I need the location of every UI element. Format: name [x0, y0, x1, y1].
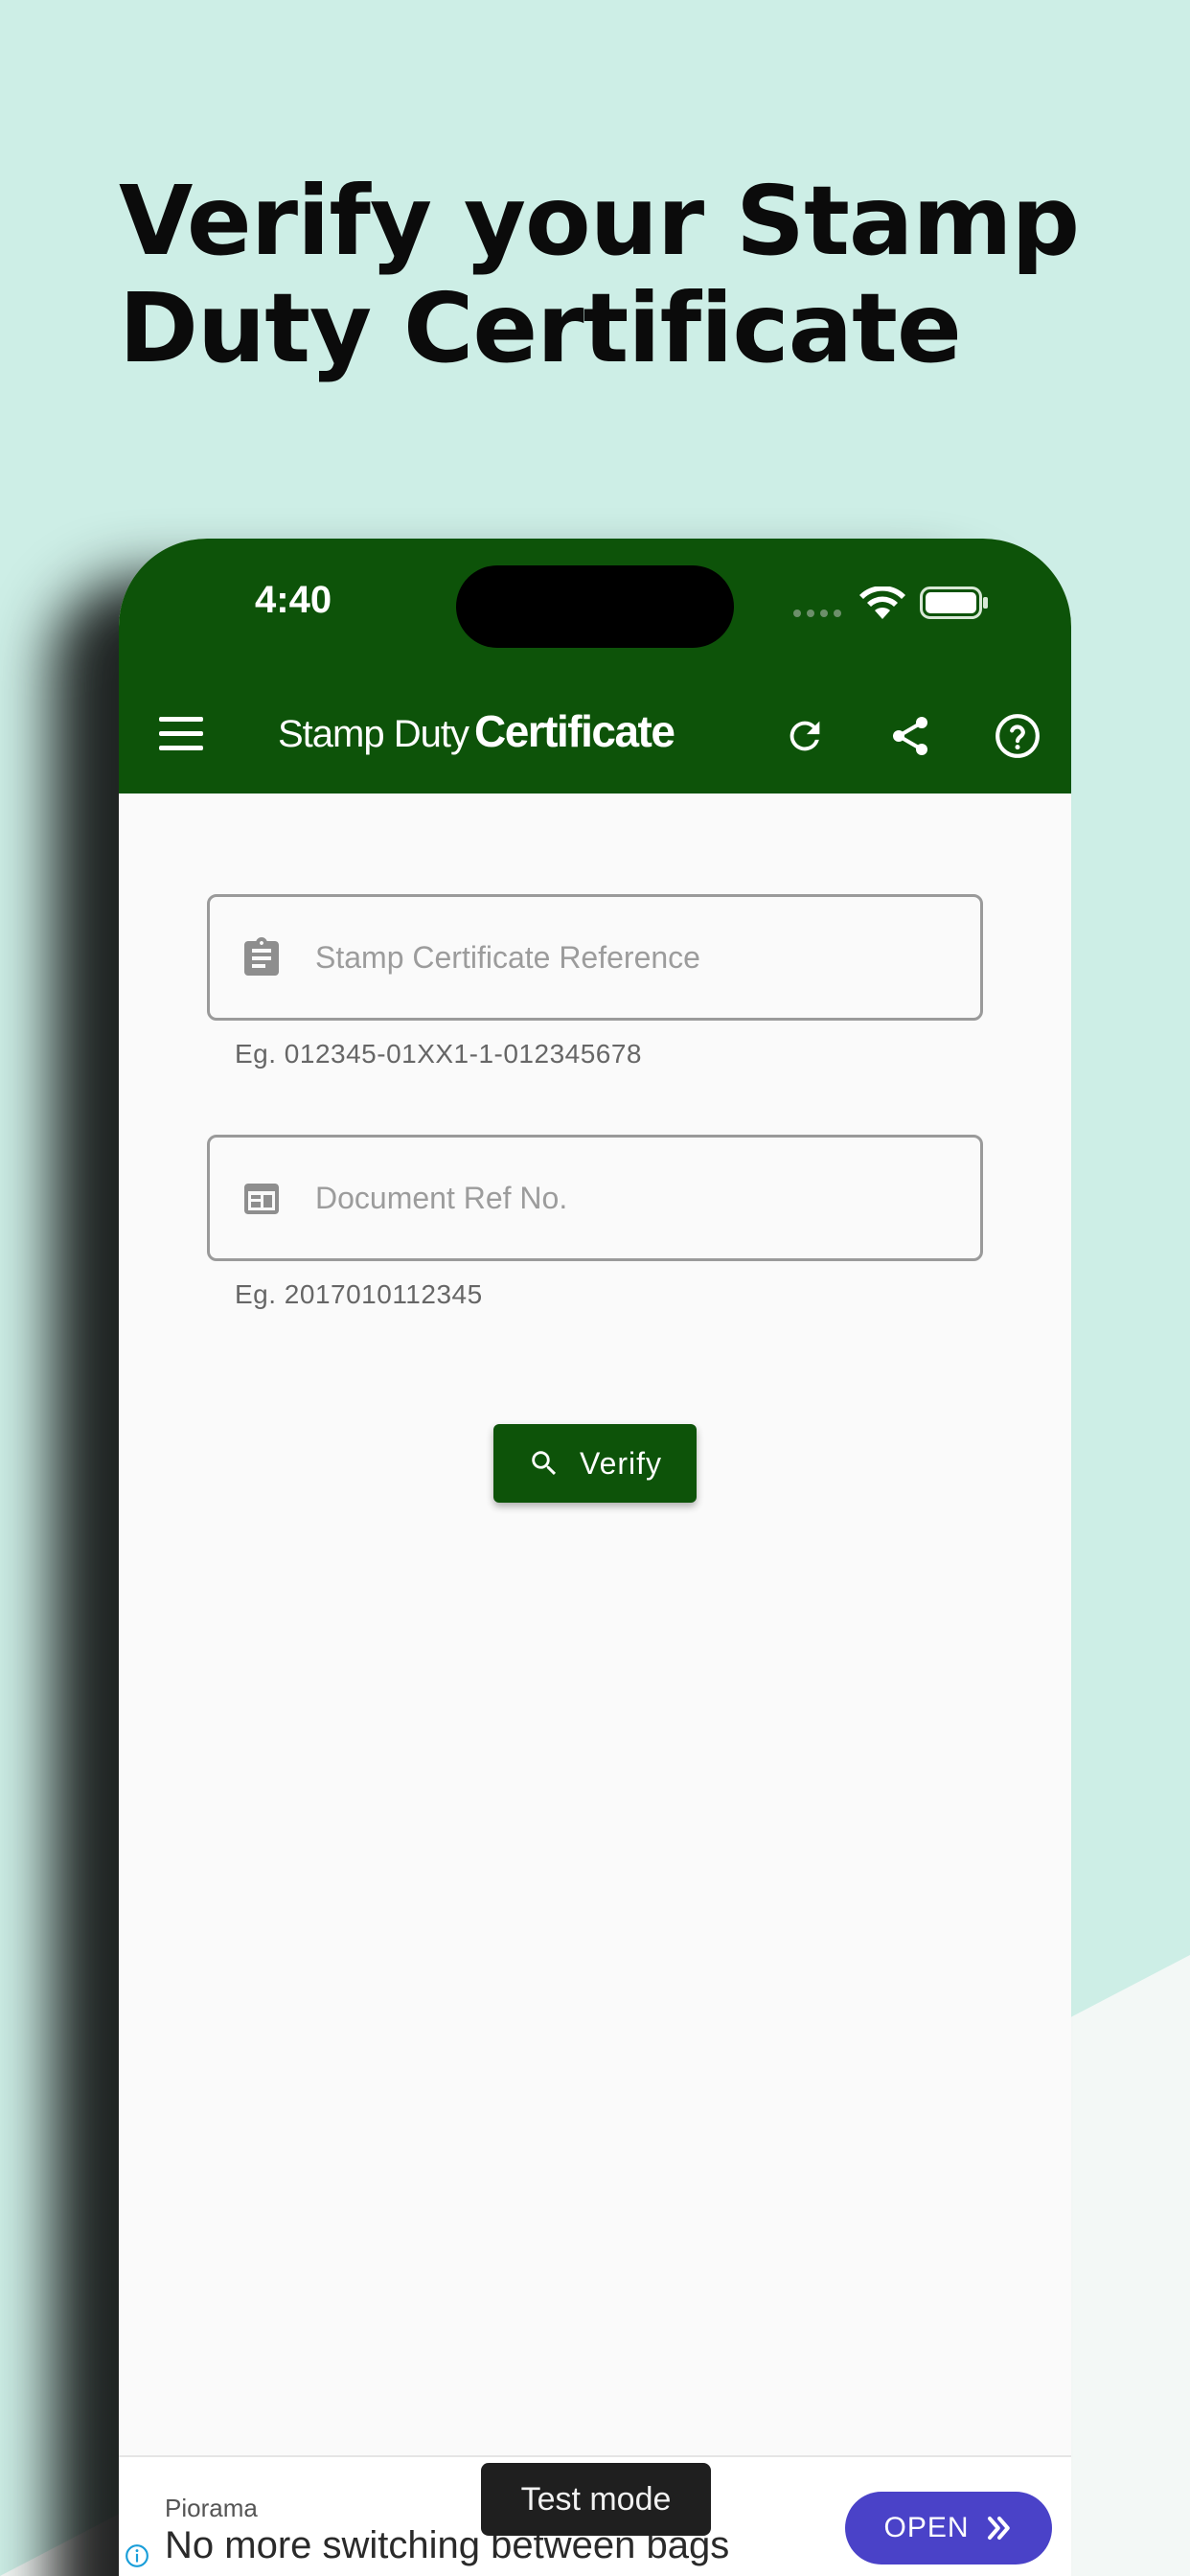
signal-dots-icon — [793, 610, 841, 617]
app-bar: Stamp Duty Certificate — [119, 678, 1071, 794]
ad-open-button[interactable]: OPEN — [845, 2492, 1052, 2564]
verify-button-label: Verify — [579, 1445, 663, 1481]
menu-icon[interactable] — [159, 717, 203, 751]
certificate-reference-hint: Eg. 012345-01XX1-1-012345678 — [235, 1039, 643, 1069]
search-icon — [532, 1451, 557, 1476]
test-mode-badge: Test mode — [481, 2463, 711, 2536]
app-title: Stamp Duty Certificate — [278, 705, 675, 757]
refresh-button[interactable] — [776, 707, 834, 765]
help-icon — [995, 714, 1040, 758]
ad-info-icon[interactable] — [125, 2543, 149, 2568]
page-headline: Verify your Stamp Duty Certificate — [119, 168, 1125, 382]
document-ref-hint: Eg. 2017010112345 — [235, 1279, 483, 1309]
certificate-reference-field[interactable] — [207, 894, 983, 1021]
dynamic-island — [456, 565, 734, 648]
double-chevron-right-icon — [987, 2517, 1010, 2540]
headline-line-1: Verify your Stamp — [119, 165, 1080, 277]
help-button[interactable] — [989, 707, 1046, 765]
ad-open-label: OPEN — [883, 2512, 970, 2543]
document-ref-field[interactable] — [207, 1135, 983, 1261]
headline-line-2: Duty Certificate — [119, 272, 962, 384]
share-button[interactable] — [881, 707, 939, 765]
share-icon — [893, 717, 927, 755]
wifi-icon — [859, 586, 905, 619]
status-bar: 4:40 — [119, 539, 1071, 678]
app-title-light: Stamp Duty — [278, 713, 469, 755]
clipboard-icon — [244, 937, 279, 976]
web-asset-icon — [244, 1184, 279, 1214]
certificate-reference-input[interactable] — [315, 897, 967, 1018]
battery-icon — [920, 586, 988, 619]
ad-advertiser: Piorama — [165, 2494, 258, 2522]
app-title-bold: Certificate — [473, 706, 675, 756]
document-ref-input[interactable] — [315, 1138, 967, 1258]
phone-frame: 4:40 Stamp Duty Certificate Stamp Certif… — [119, 539, 1071, 2576]
test-mode-label: Test mode — [520, 2480, 672, 2518]
refresh-icon — [790, 721, 820, 751]
verify-button[interactable]: Verify — [493, 1424, 697, 1503]
status-time: 4:40 — [255, 579, 332, 621]
